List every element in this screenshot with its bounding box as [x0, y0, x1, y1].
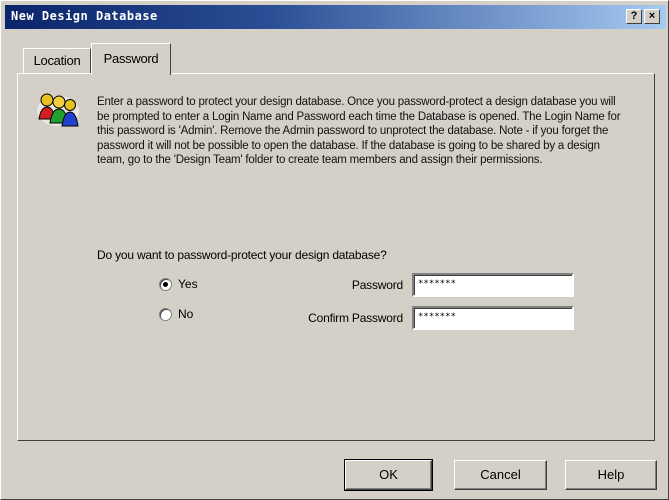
design-team-icon: [37, 93, 79, 127]
radio-no-label: No: [178, 307, 194, 321]
cancel-button[interactable]: Cancel: [454, 460, 547, 490]
confirm-password-field[interactable]: *******: [412, 306, 574, 330]
title-bar[interactable]: New Design Database ? ×: [5, 5, 666, 29]
tab-password[interactable]: Password: [91, 43, 171, 75]
radio-yes-label: Yes: [178, 277, 198, 291]
ok-button[interactable]: OK: [344, 459, 433, 491]
new-design-database-dialog: New Design Database ? × Location Passwor…: [0, 0, 669, 500]
help-button[interactable]: Help: [565, 460, 657, 490]
password-label: Password: [351, 278, 403, 292]
confirm-password-label: Confirm Password: [308, 311, 403, 325]
tab-location[interactable]: Location: [23, 48, 91, 74]
window-title: New Design Database: [11, 9, 158, 23]
password-description: Enter a password to protect your design …: [97, 96, 621, 167]
radio-yes[interactable]: Yes: [159, 277, 198, 291]
close-button[interactable]: ×: [644, 9, 660, 24]
radio-no[interactable]: No: [159, 307, 193, 321]
help-question-button[interactable]: ?: [626, 9, 642, 24]
radio-yes-indicator[interactable]: [159, 277, 172, 291]
password-field[interactable]: *******: [412, 273, 574, 297]
radio-no-indicator[interactable]: [159, 307, 172, 321]
password-protect-question: Do you want to password-protect your des…: [97, 248, 387, 262]
